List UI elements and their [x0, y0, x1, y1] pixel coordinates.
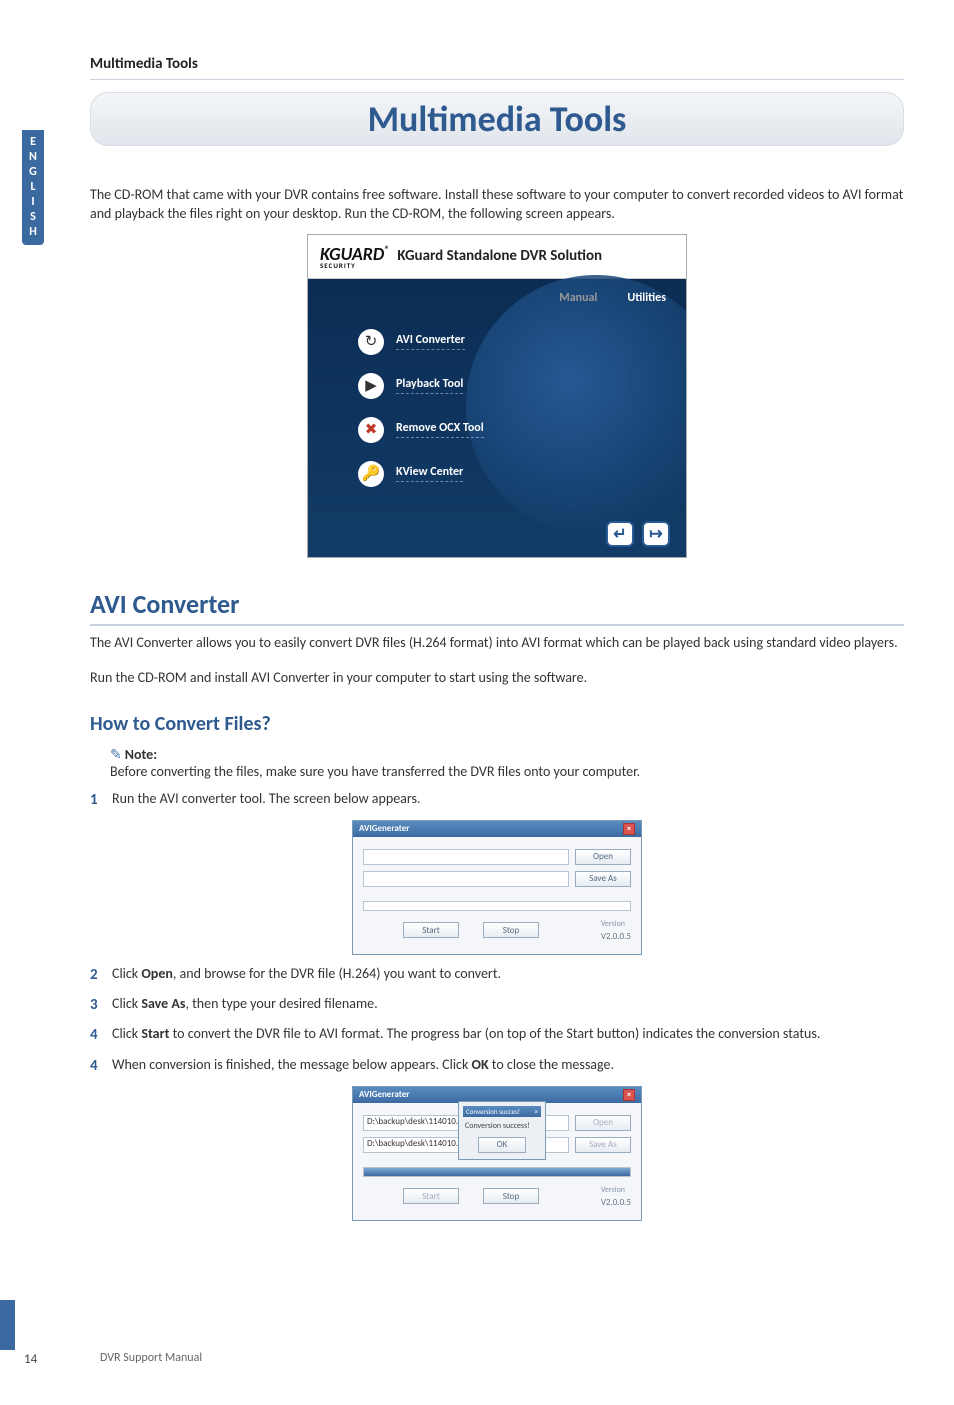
- subsection-howto: How to Convert Files?: [90, 712, 904, 736]
- start-button-2[interactable]: Start: [403, 1188, 459, 1204]
- avi-paragraph-1: The AVI Converter allows you to easily c…: [90, 634, 904, 653]
- kview-icon: 🔑: [358, 461, 384, 487]
- kguard-item-kview-center[interactable]: 🔑 KView Center: [358, 461, 636, 487]
- step-3: 3 Click Save As, then type your desired …: [90, 995, 904, 1015]
- open-path-input[interactable]: [363, 849, 569, 865]
- language-tab-label: ENGLISH: [26, 135, 40, 240]
- step-4b: 4 When conversion is finished, the messa…: [90, 1056, 904, 1076]
- close-icon[interactable]: ×: [535, 1107, 539, 1116]
- avi-paragraph-2: Run the CD-ROM and install AVI Converter…: [90, 669, 904, 688]
- save-as-button[interactable]: Save As: [575, 871, 631, 887]
- start-button[interactable]: Start: [403, 922, 459, 938]
- note-text: Before converting the files, make sure y…: [110, 763, 640, 780]
- page-title-bar: Multimedia Tools: [90, 92, 904, 146]
- version-label-2: Version: [601, 1185, 625, 1195]
- step-4a: 4 Click Start to convert the DVR file to…: [90, 1025, 904, 1045]
- version-label: Version: [601, 919, 625, 929]
- remove-icon: ✖: [358, 417, 384, 443]
- stop-button[interactable]: Stop: [483, 922, 539, 938]
- open-button[interactable]: Open: [575, 849, 631, 865]
- kguard-item-remove-ocx[interactable]: ✖ Remove OCX Tool: [358, 417, 636, 443]
- avi-converter-screenshot-1: AVIGenerater × Open Save As Start Stop V…: [352, 820, 642, 955]
- kguard-item-list: ↻ AVI Converter ▶ Playback Tool ✖ Remove…: [308, 309, 686, 515]
- convert-icon: ↻: [358, 329, 384, 355]
- ok-button[interactable]: OK: [478, 1137, 526, 1153]
- step-1: 1 Run the AVI converter tool. The screen…: [90, 790, 904, 810]
- page-title: Multimedia Tools: [368, 97, 627, 141]
- playback-icon: ▶: [358, 373, 384, 399]
- kguard-tabs: Manual Utilities: [308, 279, 686, 309]
- language-tab: ENGLISH: [22, 130, 44, 245]
- close-icon[interactable]: ×: [623, 823, 635, 835]
- tab-utilities[interactable]: Utilities: [627, 291, 666, 305]
- kguard-footer: ↵ ↦: [308, 515, 686, 557]
- section-header-small: Multimedia Tools: [90, 55, 904, 80]
- note-icon: ✎: [110, 746, 122, 763]
- close-icon[interactable]: ×: [623, 1089, 635, 1101]
- version-value: V2.0.0.5: [601, 931, 631, 942]
- progress-bar-2: [363, 1167, 631, 1177]
- kguard-installer-screenshot: KGUARD® SECURITY KGuard Standalone DVR S…: [307, 234, 687, 558]
- side-accent: [0, 1300, 15, 1350]
- kguard-item-playback-tool[interactable]: ▶ Playback Tool: [358, 373, 636, 399]
- progress-bar: [363, 901, 631, 911]
- kguard-header: KGUARD® SECURITY KGuard Standalone DVR S…: [308, 235, 686, 279]
- tab-manual[interactable]: Manual: [559, 291, 597, 305]
- kguard-title: KGuard Standalone DVR Solution: [397, 247, 602, 265]
- popup-titlebar: Conversion succes! ×: [463, 1106, 541, 1117]
- save-path-input[interactable]: [363, 871, 569, 887]
- stop-button-2[interactable]: Stop: [483, 1188, 539, 1204]
- popup-message: Conversion success!: [463, 1117, 541, 1135]
- intro-paragraph: The CD-ROM that came with your DVR conta…: [90, 186, 904, 224]
- note-box: ✎Note: Before converting the files, make…: [110, 746, 904, 780]
- open-button-2[interactable]: Open: [575, 1115, 631, 1131]
- kguard-exit-button[interactable]: ↦: [642, 521, 670, 547]
- section-title-avi: AVI Converter: [90, 588, 904, 626]
- save-as-button-2[interactable]: Save As: [575, 1137, 631, 1153]
- kguard-logo: KGUARD® SECURITY: [320, 243, 389, 270]
- footer-text: DVR Support Manual: [100, 1351, 202, 1365]
- success-popup: Conversion succes! × Conversion success!…: [458, 1101, 546, 1160]
- version-value-2: V2.0.0.5: [601, 1197, 631, 1208]
- converter-titlebar: AVIGenerater ×: [353, 821, 641, 837]
- avi-converter-screenshot-2: AVIGenerater × Conversion succes! × Conv…: [352, 1086, 642, 1221]
- step-2: 2 Click Open, and browse for the DVR fil…: [90, 965, 904, 985]
- kguard-enter-button[interactable]: ↵: [606, 521, 634, 547]
- kguard-item-avi-converter[interactable]: ↻ AVI Converter: [358, 329, 636, 355]
- page-number: 14: [24, 1352, 37, 1367]
